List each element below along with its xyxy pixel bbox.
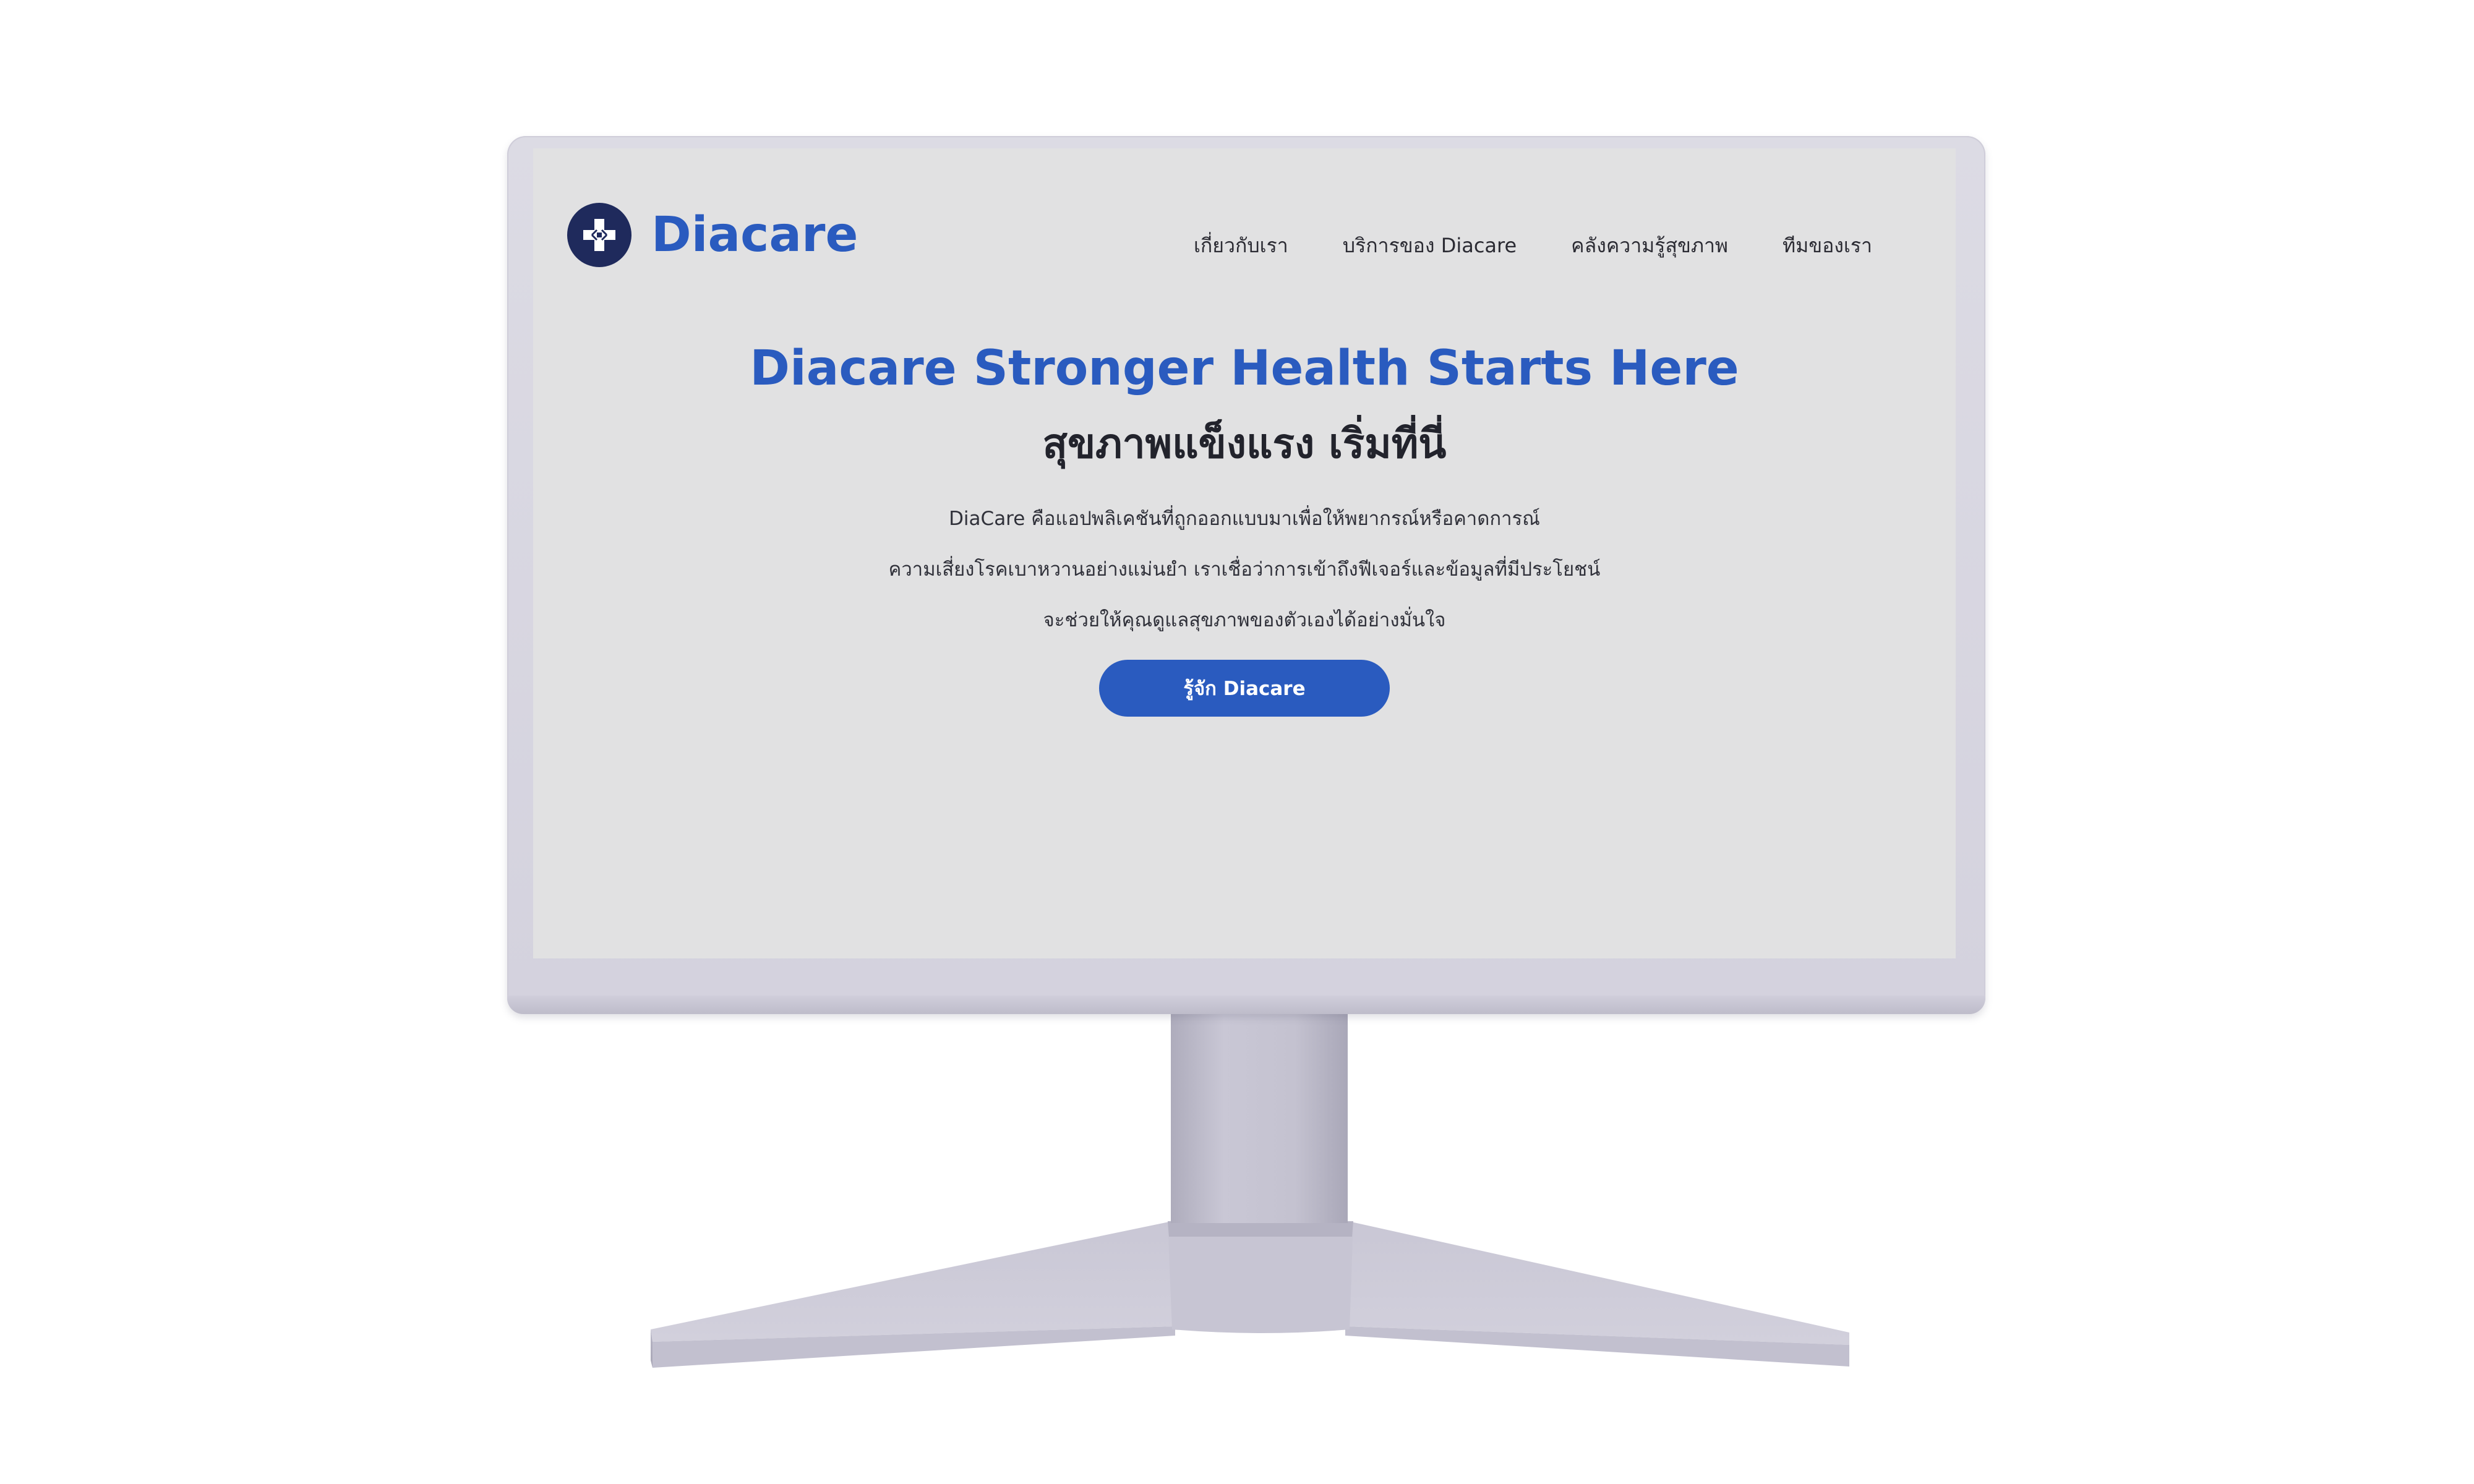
- hero-description-line: DiaCare คือแอปพลิเคชันที่ถูกออกแบบมาเพื่…: [949, 507, 1540, 530]
- monitor-stand-neck: [1171, 1013, 1348, 1223]
- learn-diacare-button[interactable]: รู้จัก Diacare: [1099, 659, 1390, 717]
- nav-item-about[interactable]: เกี่ยวกับเรา: [1194, 230, 1288, 262]
- medical-cross-icon: [567, 203, 631, 267]
- nav-item-services[interactable]: บริการของ Diacare: [1343, 230, 1517, 262]
- nav-item-knowledge[interactable]: คลังความรู้สุขภาพ: [1571, 230, 1728, 262]
- monitor-chin: [507, 996, 1985, 1014]
- hero-subtitle: สุขภาพแข็งแรง เริ่มที่นี่: [1042, 419, 1447, 467]
- main-nav: เกี่ยวกับเรา บริการของ Diacare คลังความร…: [1194, 230, 1872, 262]
- site-logo[interactable]: Diacare: [567, 203, 858, 267]
- monitor-screen: Diacare เกี่ยวกับเรา บริการของ Diacare ค…: [533, 148, 1956, 958]
- monitor-mockup-scene: Diacare เกี่ยวกับเรา บริการของ Diacare ค…: [0, 0, 2474, 1484]
- site-header: Diacare เกี่ยวกับเรา บริการของ Diacare ค…: [533, 148, 1956, 272]
- hero-section: Diacare Stronger Health Starts Here สุขภ…: [533, 340, 1956, 717]
- hero-description: DiaCare คือแอปพลิเคชันที่ถูกออกแบบมาเพื่…: [533, 506, 1956, 633]
- hero-description-line: ความเสี่ยงโรคเบาหวานอย่างแม่นยำ เราเชื่อ…: [888, 558, 1601, 581]
- hero-title: Diacare Stronger Health Starts Here: [750, 341, 1739, 396]
- nav-item-team[interactable]: ทีมของเรา: [1783, 230, 1872, 262]
- logo-text: Diacare: [651, 207, 858, 263]
- hero-description-line: จะช่วยให้คุณดูแลสุขภาพของตัวเองได้อย่างม…: [1043, 608, 1446, 631]
